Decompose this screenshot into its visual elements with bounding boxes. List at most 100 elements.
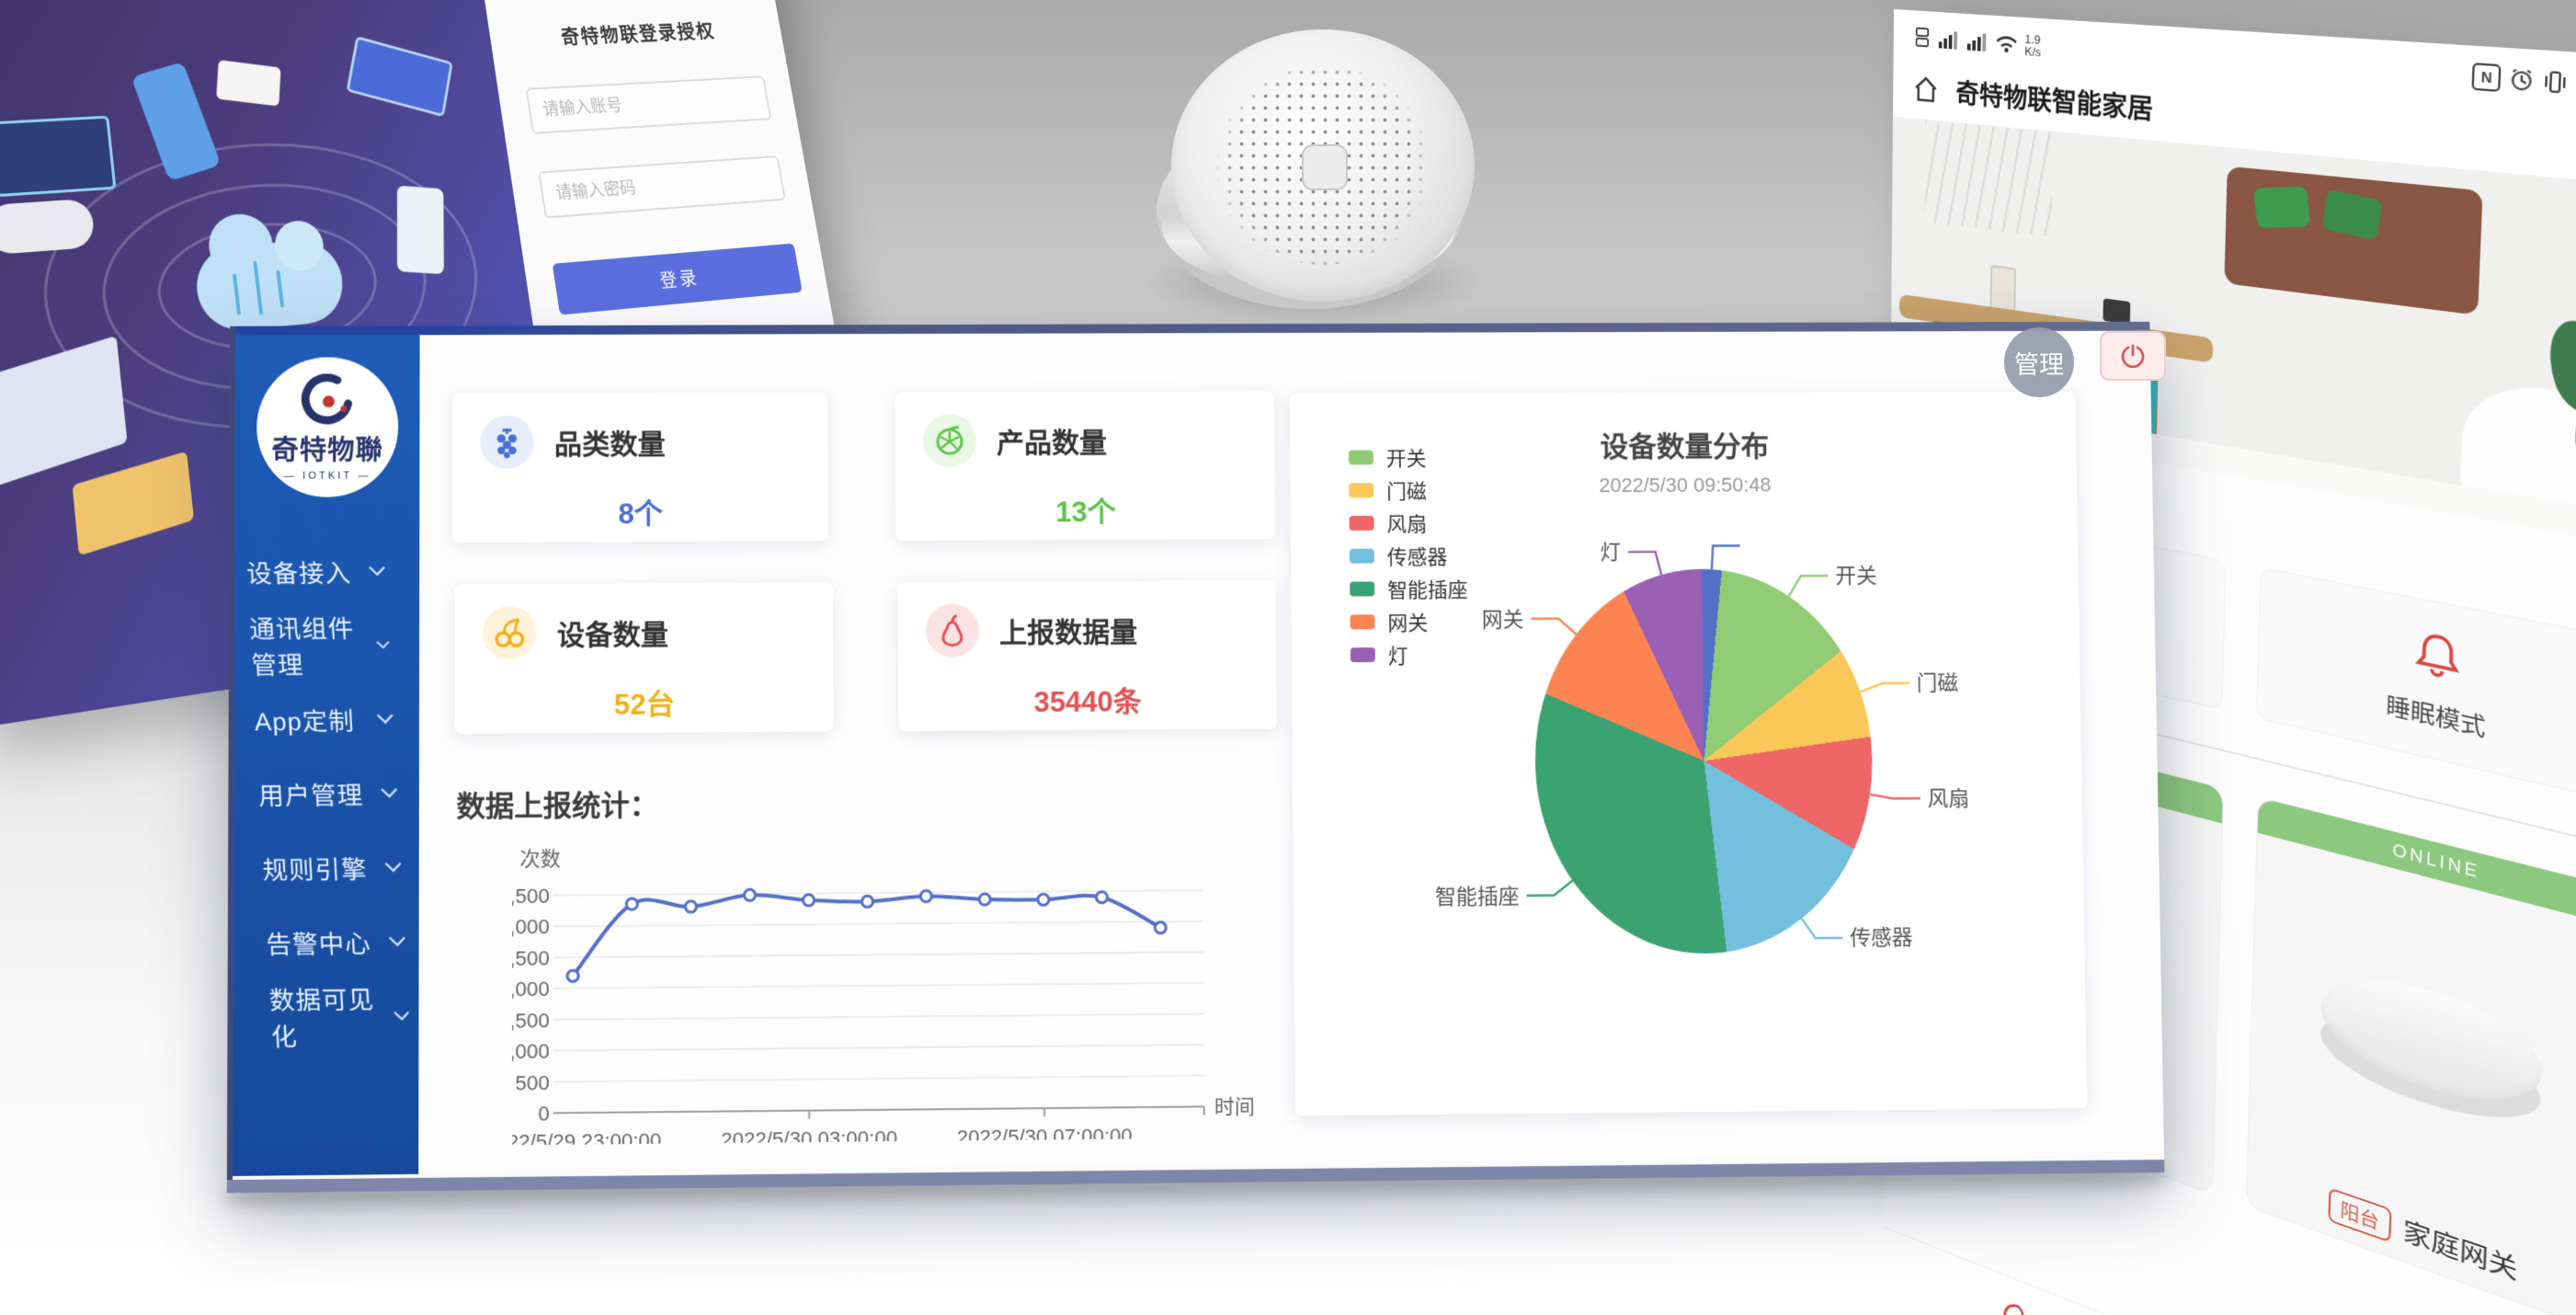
wifi-icon [1995,32,2018,54]
sidebar-item-label: 通讯组件管理 [248,609,377,681]
camera-illustration [216,60,280,106]
gateway-icon [2320,959,2544,1139]
login-title: 奇特物联登录授权 [515,14,757,51]
sidebar-item-2[interactable]: 通讯组件管理 [224,608,413,683]
svg-text:2022/5/29 23:00:00: 2022/5/29 23:00:00 [512,1128,661,1145]
stat-card-2: 产品数量 13个 [895,391,1275,541]
pie-chart-card: 设备数量分布 2022/5/30 09:50:48 开关 门磁 风扇 传感器 智… [1290,392,2087,1116]
sidebar-item-7[interactable]: 数据可见化 [244,978,433,1055]
vibrate-icon [2543,70,2569,96]
sidebar-item-3[interactable]: App定制 [228,681,417,757]
svg-text:门磁: 门磁 [1917,671,1959,695]
chevron-down-icon [375,713,394,725]
sidebar-item-label: App定制 [254,701,356,738]
svg-text:次数: 次数 [519,847,561,870]
cup-decoration [2103,298,2130,325]
device-distribution-pie [1533,568,1875,955]
legend-label: 风扇 [1386,509,1427,538]
svg-text:开关: 开关 [1835,564,1877,588]
legend-item[interactable]: 智能插座 [1350,572,1468,605]
signal-bars-icon [1938,29,1960,51]
password-input[interactable] [538,155,786,218]
legend-item[interactable]: 灯 [1351,638,1469,672]
logo-swirl-icon [301,373,355,427]
power-button[interactable] [2100,331,2166,381]
dashboard-main: 品类数量 8个 产品数量 13个 设备数量 52台 上报数据量 35440条 数… [418,331,2164,1174]
buildings-illustration [73,452,195,556]
legend-swatch [1350,549,1374,564]
stat-card-3: 设备数量 52台 [454,582,833,734]
sim-battery-icon [1915,27,1932,48]
power-icon [2121,344,2145,368]
cherry-icon [483,606,537,660]
lemon-icon [923,414,976,467]
report-section-title: 数据上报统计： [456,782,658,825]
sidebar-item-6[interactable]: 告警中心 [240,904,429,980]
logo-subtitle: — IOTKIT — [284,470,371,481]
grapes-icon [480,416,534,469]
phone-illustration [131,62,221,181]
legend-swatch [1350,581,1374,596]
stat-label: 设备数量 [557,612,668,653]
speaker-top-face [1171,29,1475,302]
lamp-decoration [1924,118,2053,237]
chevron-down-icon [388,935,407,947]
stat-label: 产品数量 [997,420,1107,461]
sidebar-item-4[interactable]: 用户管理 [232,755,421,830]
account-input[interactable] [525,75,771,133]
cushion-decoration [2253,186,2310,227]
legend-item[interactable]: 门磁 [1349,474,1466,507]
signal-bars-icon [1966,30,1989,52]
sidebar-item-label: 告警中心 [266,923,372,960]
svg-text:灯: 灯 [1600,540,1621,564]
sidebar-item-label: 数据可见化 [268,979,395,1053]
monitor-illustration [0,116,117,198]
svg-text:1,000: 1,000 [512,1040,550,1064]
legend-label: 门磁 [1386,475,1427,505]
buildings-illustration [0,336,128,491]
net-speed-unit: K/s [2024,44,2041,60]
nfc-icon: N [2472,63,2502,92]
speaker-logo [1302,144,1348,190]
chevron-down-icon [380,786,399,798]
pear-icon [926,604,979,658]
legend-item[interactable]: 传感器 [1350,539,1468,572]
svg-text:0: 0 [538,1102,549,1125]
svg-text:3,500: 3,500 [512,885,550,909]
legend-label: 开关 [1386,442,1427,472]
legend-label: 智能插座 [1387,574,1468,603]
legend-label: 灯 [1388,640,1408,669]
legend-item[interactable]: 开关 [1349,440,1466,474]
legend-label: 网关 [1387,607,1428,636]
stat-value: 35440条 [926,678,1249,721]
login-button[interactable]: 登录 [552,244,802,315]
sidebar-item-5[interactable]: 规则引擎 [236,829,426,905]
svg-text:2022/5/30 07:00:00: 2022/5/30 07:00:00 [957,1124,1133,1145]
legend-item[interactable]: 网关 [1350,605,1468,638]
svg-text:2022/5/30 03:00:00: 2022/5/30 03:00:00 [721,1126,897,1145]
stat-value: 13个 [923,488,1248,531]
svg-text:时间: 时间 [1214,1095,1255,1119]
legend-swatch [1349,483,1373,497]
svg-text:网关: 网关 [1482,607,1524,631]
svg-text:智能插座: 智能插座 [1435,884,1520,909]
admin-dashboard: 奇特物聯 — IOTKIT — 设备接入通讯组件管理App定制用户管理规则引擎告… [227,322,2164,1180]
legend-swatch [1350,516,1374,531]
pos-terminal-illustration [397,186,444,274]
home-icon[interactable] [1912,74,1939,104]
satellite-illustration [347,36,453,117]
legend-item[interactable]: 风扇 [1350,507,1467,540]
manage-badge[interactable]: 管理 [2004,327,2074,397]
brand-logo: 奇特物聯 — IOTKIT — [256,357,398,497]
legend-label: 传感器 [1387,541,1448,570]
mode-label: 睡眠模式 [2386,686,2487,742]
svg-text:3,000: 3,000 [512,915,550,939]
chevron-down-icon [383,861,403,873]
sidebar-item-label: 规则引擎 [261,849,368,886]
chevron-down-icon [368,565,387,577]
pot-decoration [1990,265,2016,313]
active-nav-icon[interactable] [2000,1295,2028,1315]
sidebar-item-1[interactable]: 设备接入 [221,533,409,608]
device-card-2[interactable]: ONLINE 阳台家庭网关 [2246,796,2576,1315]
stat-value: 8个 [480,490,801,532]
